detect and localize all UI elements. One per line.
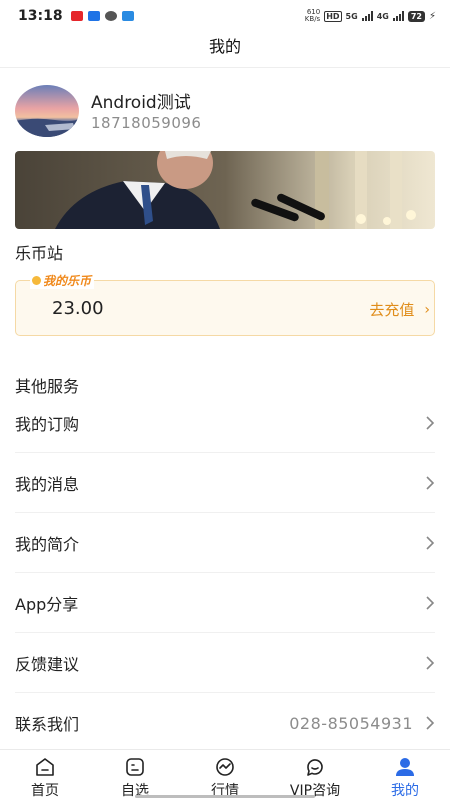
list-item-label: 我的简介 <box>15 534 80 554</box>
coin-tag-label: 我的乐币 <box>43 274 92 288</box>
zhihu-notification-icon <box>87 11 100 21</box>
coin-icon <box>32 276 41 285</box>
status-bar: 13:18 610 KB/s HD 5G 4G 72 ⚡ <box>0 0 450 32</box>
contact-phone: 028-85054931 <box>289 713 413 733</box>
list-item-label: 我的消息 <box>15 474 80 494</box>
nav-home[interactable]: 首页 <box>0 750 90 800</box>
coin-tag: 我的乐币 <box>30 272 95 289</box>
list-item-label: 联系我们 <box>15 715 80 734</box>
nav-market[interactable]: 行情 <box>180 750 270 800</box>
network-5g-label: 5G <box>345 11 358 21</box>
net-speed: 610 KB/s <box>304 8 321 23</box>
home-icon <box>36 758 54 776</box>
status-indicators: 610 KB/s HD 5G 4G 72 ⚡ <box>305 9 436 23</box>
recharge-label: 去充值 <box>369 301 415 319</box>
chevron-right-icon: › <box>424 301 430 318</box>
list-item-subscriptions[interactable]: 我的订购 <box>15 393 435 453</box>
nav-profile[interactable]: 我的 <box>360 750 450 800</box>
coin-balance: 23.00 <box>52 298 104 319</box>
list-item-feedback[interactable]: 反馈建议 <box>15 633 435 693</box>
avatar[interactable] <box>15 85 79 137</box>
list-item-label: 反馈建议 <box>15 654 80 674</box>
network-4g-label: 4G <box>376 11 389 21</box>
chat-icon <box>307 759 323 776</box>
watchlist-icon <box>126 758 144 776</box>
hd-icon: HD <box>324 10 342 22</box>
charging-icon: ⚡ <box>428 10 436 22</box>
chevron-right-icon <box>426 595 435 610</box>
signal-icon-2 <box>392 11 404 21</box>
header-divider <box>0 67 450 68</box>
bottom-nav: 首页 自选 行情 VIP咨询 我的 <box>0 749 450 800</box>
profile-icon <box>396 758 414 776</box>
list-item-profile-intro[interactable]: 我的简介 <box>15 513 435 573</box>
market-icon <box>216 758 234 776</box>
list-item-contact-us[interactable]: 联系我们 028-85054931 <box>15 693 435 753</box>
coin-section-title: 乐币站 <box>15 244 64 263</box>
list-item-app-share[interactable]: App分享 <box>15 573 435 633</box>
chevron-right-icon <box>426 475 435 490</box>
list-item-messages[interactable]: 我的消息 <box>15 453 435 513</box>
list-item-label: 我的订购 <box>15 414 80 434</box>
home-indicator <box>135 795 315 798</box>
app-notification-icon <box>121 11 134 21</box>
page-title: 我的 <box>208 37 241 56</box>
list-item-label: App分享 <box>15 594 79 614</box>
nav-label: 首页 <box>31 783 59 799</box>
nav-watchlist[interactable]: 自选 <box>90 750 180 800</box>
status-time: 13:18 <box>18 8 63 24</box>
chevron-right-icon <box>426 655 435 670</box>
username: Android测试 <box>91 93 191 113</box>
notification-icons <box>70 11 134 21</box>
message-notification-icon <box>104 11 117 21</box>
nav-label: 我的 <box>391 783 419 799</box>
phone-number: 18718059096 <box>91 114 202 132</box>
battery-icon: 72 <box>407 10 425 22</box>
recharge-button[interactable]: 去充值 › <box>369 299 430 320</box>
chevron-right-icon <box>426 415 435 430</box>
weibo-notification-icon <box>70 11 83 21</box>
signal-icon <box>361 11 373 21</box>
promo-banner[interactable] <box>15 151 435 229</box>
chevron-right-icon <box>426 535 435 550</box>
chevron-right-icon <box>426 716 435 730</box>
nav-vip-consult[interactable]: VIP咨询 <box>270 750 360 800</box>
